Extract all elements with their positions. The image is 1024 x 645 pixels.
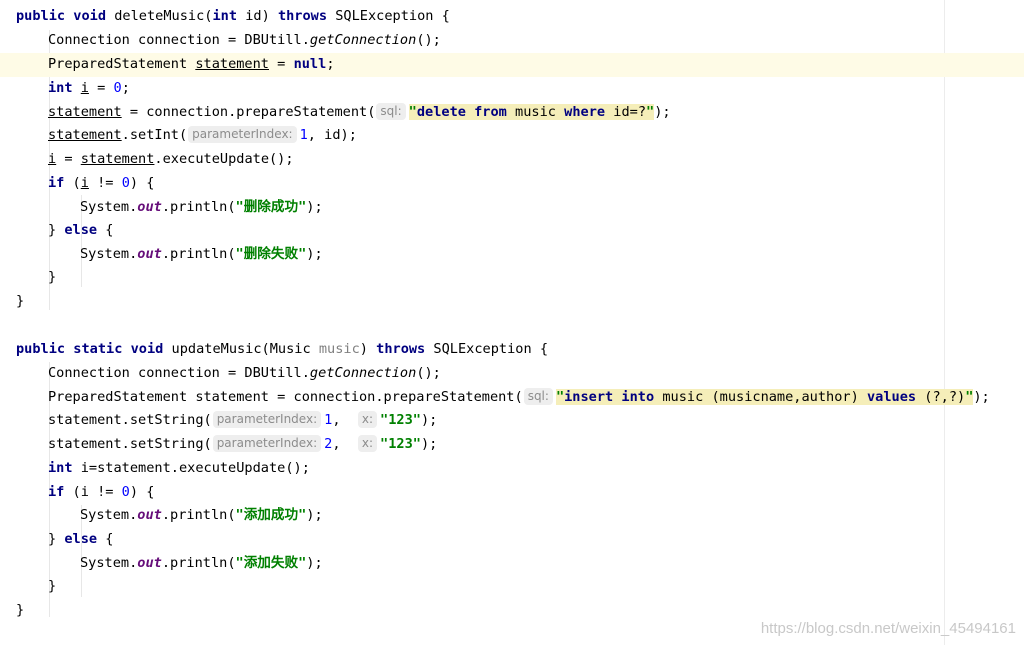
keyword: if [48,484,65,500]
code-line[interactable]: if (i != 0) { [0,481,1024,505]
method-call: getConnection [309,365,417,381]
sql-keyword: values [866,389,917,405]
code-line[interactable]: } [0,575,1024,599]
code-line[interactable]: statement.setInt(parameterIndex: 1, id); [0,124,1024,148]
keyword: int [48,460,73,476]
keyword: public [16,341,66,357]
variable: i [48,151,57,167]
sql-keyword: from [474,104,507,120]
number-literal: 0 [113,80,122,96]
code-line[interactable]: Connection connection = DBUtill.getConne… [0,29,1024,53]
code-line[interactable]: public void deleteMusic(int id) throws S… [0,5,1024,29]
string-literal: " [408,104,417,120]
number-literal: 0 [121,175,130,191]
code-line[interactable]: statement = connection.prepareStatement(… [0,101,1024,125]
code-line[interactable]: i = statement.executeUpdate(); [0,148,1024,172]
variable: statement [80,151,155,167]
keyword: static [73,341,123,357]
sql-keyword: into [621,389,655,405]
code-line[interactable]: System.out.println("添加失败"); [0,552,1024,576]
static-field: out [137,507,162,523]
code-line[interactable]: public static void updateMusic(Music mus… [0,338,1024,362]
string-literal: " [555,389,565,405]
number-literal: 0 [121,484,130,500]
variable: statement [48,104,122,120]
keyword: void [130,341,164,357]
code-editor[interactable]: public void deleteMusic(int id) throws S… [0,0,1024,645]
sql-keyword: delete [416,104,466,120]
code-line[interactable]: statement.setString(parameterIndex: 1, x:… [0,409,1024,433]
static-field: out [137,246,162,262]
code-line[interactable]: } [0,266,1024,290]
parameter-hint: parameterIndex: [212,411,322,428]
code-line[interactable]: Connection connection = DBUtill.getConne… [0,362,1024,386]
keyword: public [16,8,66,24]
code-line[interactable]: int i=statement.executeUpdate(); [0,457,1024,481]
number-literal: 1 [299,127,308,143]
code-line[interactable]: PreparedStatement statement = connection… [0,386,1024,410]
string-literal: "删除成功" [235,199,307,215]
keyword: else [64,531,98,547]
watermark: https://blog.csdn.net/weixin_45494161 [760,620,1016,637]
static-field: out [137,199,162,215]
sql-keyword: where [564,104,606,120]
keyword: int [212,8,238,24]
keyword: throws [277,8,328,24]
keyword: int [48,80,73,96]
code-line-current[interactable]: PreparedStatement statement = null; [0,53,1024,77]
sql-keyword: insert [564,389,614,405]
parameter-hint: x: [357,411,378,428]
keyword: null [293,56,327,72]
keyword: void [73,8,107,24]
string-literal: "123" [380,412,421,428]
parameter-hint: parameterIndex: [212,435,322,452]
parameter-hint: parameterIndex: [188,126,297,143]
string-literal: "添加失败" [235,555,307,571]
code-line[interactable]: System.out.println("删除失败"); [0,243,1024,267]
code-line[interactable]: System.out.println("添加成功"); [0,504,1024,528]
code-line[interactable]: if (i != 0) { [0,172,1024,196]
string-literal: "删除失败" [235,246,307,262]
code-line[interactable]: } else { [0,528,1024,552]
keyword: if [48,175,65,191]
keyword: throws [376,341,426,357]
parameter-hint: x: [357,435,378,452]
string-literal: "123" [380,436,421,452]
variable: statement [195,56,269,72]
code-line[interactable]: statement.setString(parameterIndex: 2, x:… [0,433,1024,457]
code-line[interactable]: } [0,290,1024,314]
variable: statement [48,127,122,143]
code-line[interactable]: } else { [0,219,1024,243]
code-line[interactable]: int i = 0; [0,77,1024,101]
string-literal: "添加成功" [235,507,307,523]
method-call: getConnection [309,32,417,48]
variable: i [80,175,89,191]
parameter-hint: sql: [376,103,406,120]
parameter-hint: sql: [523,388,553,405]
variable: i [80,80,89,96]
static-field: out [137,555,162,571]
unused-parameter: music [318,341,360,357]
code-line[interactable]: System.out.println("删除成功"); [0,196,1024,220]
string-literal: " [646,104,655,120]
keyword: else [64,222,98,238]
